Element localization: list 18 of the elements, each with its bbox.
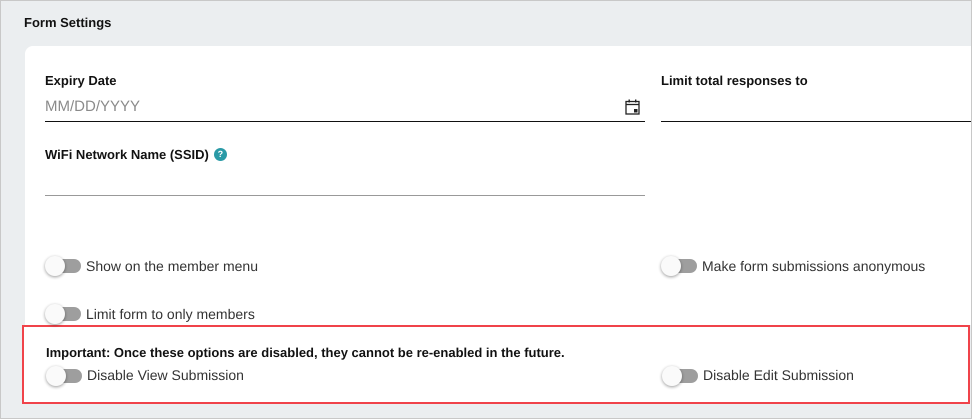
- section-title: Form Settings: [23, 14, 112, 32]
- toggle-switch[interactable]: [45, 304, 81, 324]
- toggle-label: Show on the member menu: [86, 256, 258, 276]
- input-field[interactable]: MM/DD/YYYY: [45, 91, 645, 122]
- field-label: WiFi Network Name (SSID): [45, 146, 209, 164]
- toggle-switch[interactable]: [46, 366, 82, 386]
- help-icon[interactable]: ?: [214, 148, 227, 162]
- toggle-label: Limit form to only members: [86, 304, 255, 324]
- toggle-switch[interactable]: [662, 366, 698, 386]
- toggle-label: Make form submissions anonymous: [702, 256, 926, 276]
- field-label: Expiry Date: [45, 72, 117, 90]
- warning-text: Important: Once these options are disabled, they cannot be re-enabled in the future.: [46, 344, 566, 362]
- toggle-label: Disable View Submission: [87, 366, 244, 385]
- toggle-switch[interactable]: [45, 256, 81, 276]
- calendar-icon[interactable]: [625, 99, 640, 115]
- toggle-label: Disable Edit Submission: [703, 366, 854, 385]
- toggle-switch[interactable]: [661, 256, 697, 276]
- field-label: Limit total responses to: [661, 72, 808, 90]
